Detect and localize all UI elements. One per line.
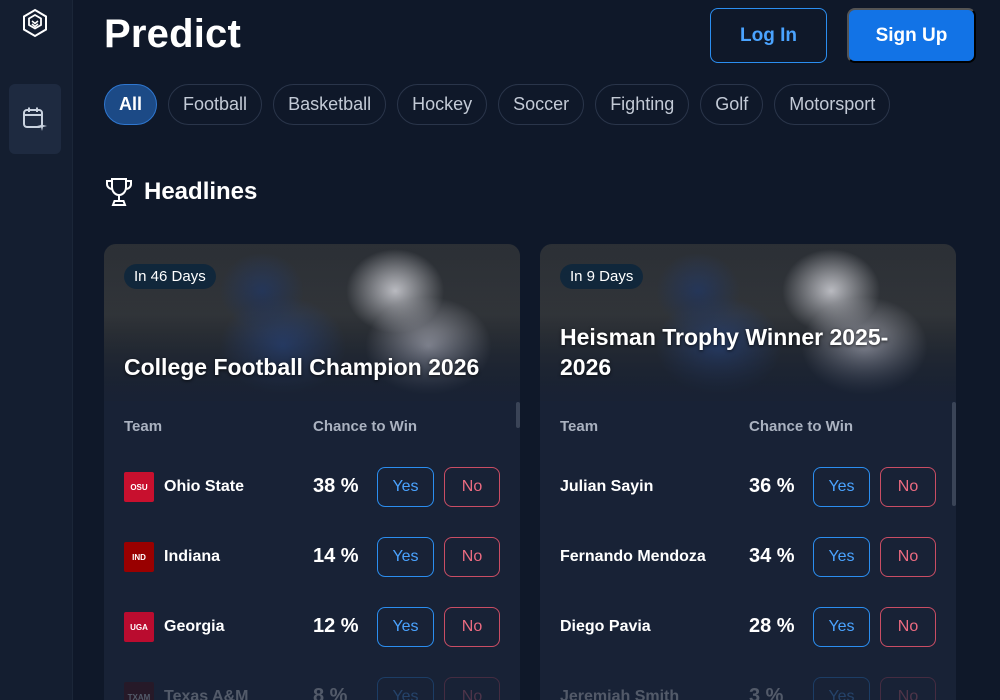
yes-button[interactable]: Yes — [813, 677, 870, 700]
no-button[interactable]: No — [880, 537, 936, 577]
outcome-row: TXAM Texas A&M 8 % Yes No — [104, 677, 520, 700]
no-button[interactable]: No — [444, 677, 500, 700]
section-title: Headlines — [144, 178, 258, 205]
no-button[interactable]: No — [880, 677, 936, 700]
filter-chip-soccer[interactable]: Soccer — [498, 84, 585, 125]
outcome-row: OSU Ohio State 38 % Yes No — [104, 467, 520, 507]
win-chance: 12 % — [313, 615, 359, 637]
countdown-badge: In 46 Days — [124, 264, 216, 289]
team-name: Texas A&M — [164, 688, 249, 700]
player-name: Jeremiah Smith — [560, 688, 680, 700]
outcome-row: UGA Georgia 12 % Yes No — [104, 607, 520, 647]
no-button[interactable]: No — [444, 467, 500, 507]
yes-button[interactable]: Yes — [377, 467, 434, 507]
outcome-row: Jeremiah Smith 3 % Yes No — [540, 677, 956, 700]
team-logo-ind: IND — [124, 542, 154, 572]
outcome-row: IND Indiana 14 % Yes No — [104, 537, 520, 577]
card-title[interactable]: Heisman Trophy Winner 2025-2026 — [560, 322, 926, 382]
win-chance: 36 % — [749, 475, 795, 497]
yes-button[interactable]: Yes — [377, 677, 434, 700]
sidebar-item-calendar[interactable] — [9, 84, 61, 154]
filter-chip-football[interactable]: Football — [168, 84, 263, 125]
outcome-row: Diego Pavia 28 % Yes No — [540, 607, 956, 647]
outcome-row: Julian Sayin 36 % Yes No — [540, 467, 956, 507]
player-name: Julian Sayin — [560, 478, 654, 495]
column-header-chance: Chance to Win — [749, 418, 854, 435]
team-name: Georgia — [164, 618, 225, 635]
filter-chip-basketball[interactable]: Basketball — [273, 84, 387, 125]
win-chance: 34 % — [749, 545, 795, 567]
player-name: Diego Pavia — [560, 618, 651, 635]
sidebar — [0, 0, 73, 700]
market-card-heisman[interactable]: In 9 Days Heisman Trophy Winner 2025-202… — [540, 244, 956, 700]
yes-button[interactable]: Yes — [377, 607, 434, 647]
outcome-row: Fernando Mendoza 34 % Yes No — [540, 537, 956, 577]
headlines-heading: Headlines — [104, 176, 257, 208]
category-filters: All Football Basketball Hockey Soccer Fi… — [104, 84, 891, 125]
login-button[interactable]: Log In — [710, 8, 827, 63]
no-button[interactable]: No — [880, 607, 936, 647]
calendar-sparkle-icon — [23, 107, 47, 131]
no-button[interactable]: No — [444, 607, 500, 647]
market-card-college-football[interactable]: In 46 Days College Football Champion 202… — [104, 244, 520, 700]
no-button[interactable]: No — [880, 467, 936, 507]
filter-chip-all[interactable]: All — [104, 84, 158, 125]
yes-button[interactable]: Yes — [813, 607, 870, 647]
team-name: Ohio State — [164, 478, 245, 495]
no-button[interactable]: No — [444, 537, 500, 577]
team-logo-osu: OSU — [124, 472, 154, 502]
player-name: Fernando Mendoza — [560, 548, 706, 565]
win-chance: 3 % — [749, 685, 784, 700]
column-header-chance: Chance to Win — [313, 418, 418, 435]
filter-chip-hockey[interactable]: Hockey — [397, 84, 488, 125]
filter-chip-golf[interactable]: Golf — [700, 84, 764, 125]
win-chance: 38 % — [313, 475, 359, 497]
card-title[interactable]: College Football Champion 2026 — [124, 352, 490, 382]
team-name: Indiana — [164, 548, 221, 565]
filter-chip-fighting[interactable]: Fighting — [595, 84, 690, 125]
win-chance: 8 % — [313, 685, 348, 700]
card-scrollbar[interactable] — [516, 402, 520, 428]
win-chance: 28 % — [749, 615, 795, 637]
team-logo-uga: UGA — [124, 612, 154, 642]
column-header-team: Team — [124, 418, 163, 435]
yes-button[interactable]: Yes — [813, 467, 870, 507]
trophy-icon — [106, 178, 132, 206]
crypto-logo-icon[interactable] — [20, 8, 50, 38]
signup-button[interactable]: Sign Up — [847, 8, 976, 63]
win-chance: 14 % — [313, 545, 359, 567]
team-logo-txam: TXAM — [124, 682, 154, 700]
yes-button[interactable]: Yes — [377, 537, 434, 577]
yes-button[interactable]: Yes — [813, 537, 870, 577]
page-title: Predict — [104, 12, 242, 56]
countdown-badge: In 9 Days — [560, 264, 644, 289]
filter-chip-motorsport[interactable]: Motorsport — [774, 84, 891, 125]
column-header-team: Team — [560, 418, 599, 435]
